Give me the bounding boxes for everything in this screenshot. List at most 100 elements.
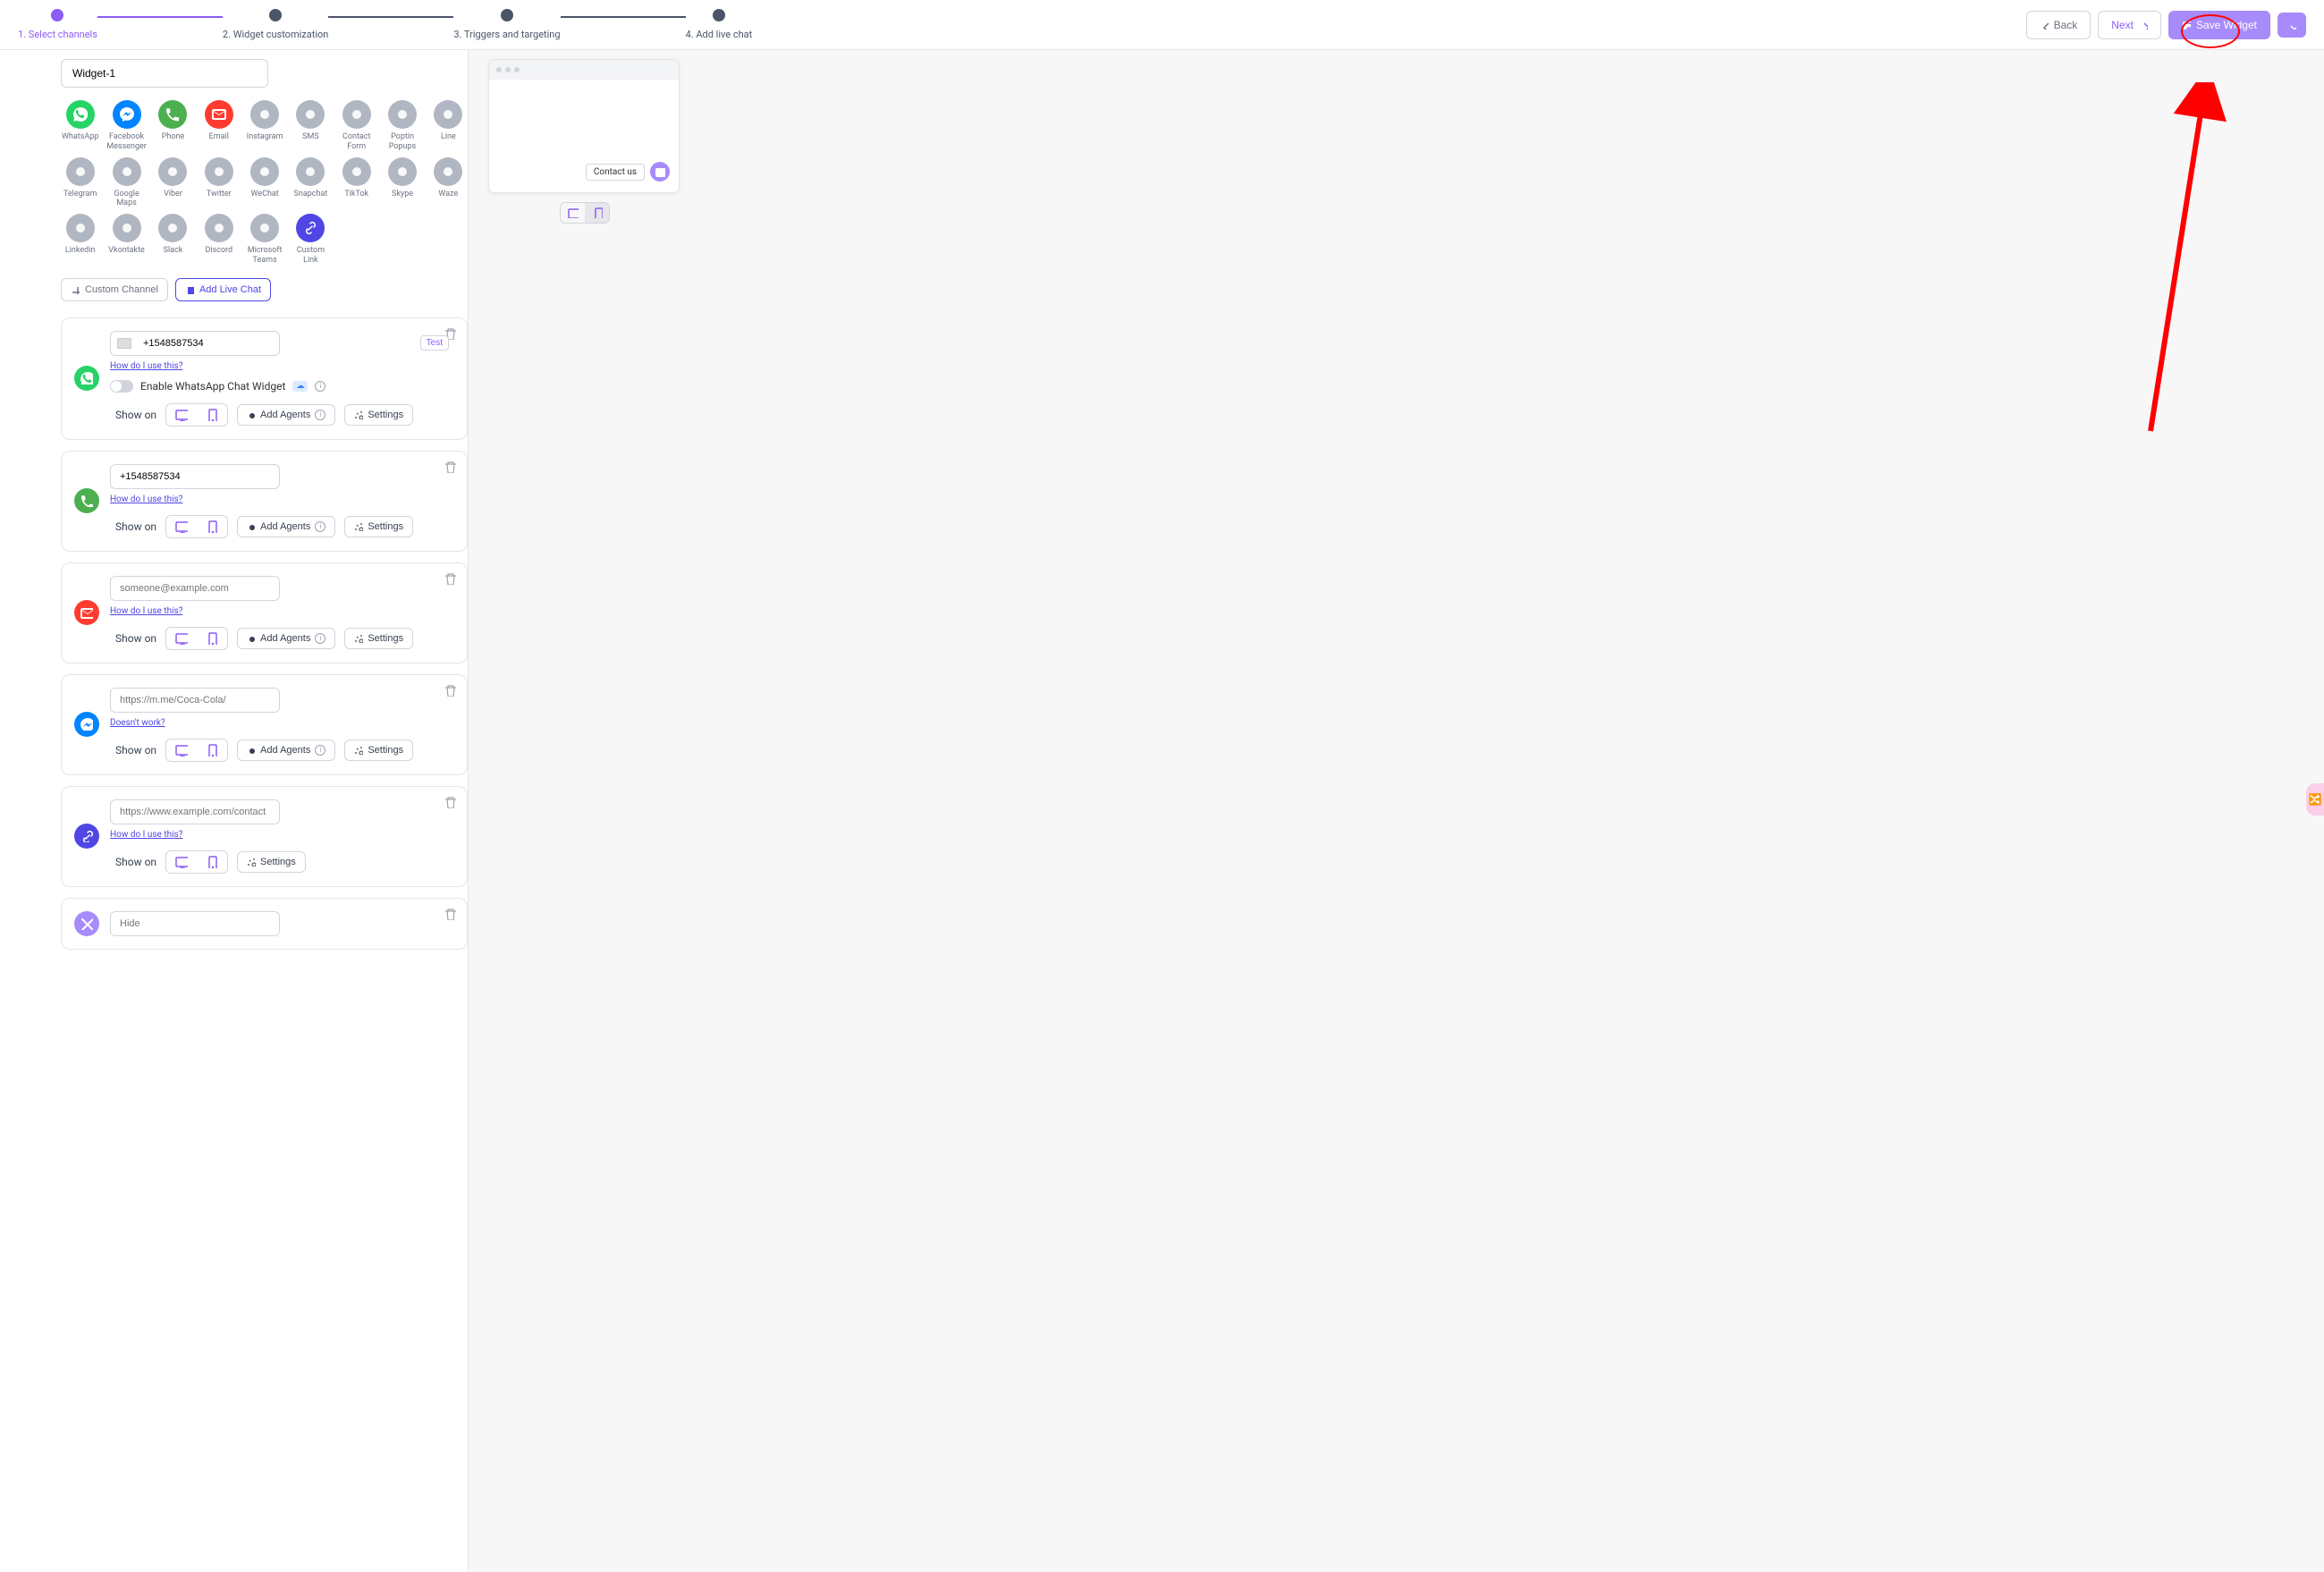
- channel-value-input[interactable]: [110, 911, 280, 936]
- channel-instagram[interactable]: Instagram: [245, 100, 283, 152]
- preview-desktop[interactable]: [561, 203, 585, 223]
- add-agents-button[interactable]: Add Agentsi: [237, 516, 335, 537]
- channel-line[interactable]: Line: [429, 100, 468, 152]
- country-flag[interactable]: [117, 338, 131, 349]
- messenger-icon: [74, 712, 99, 737]
- channel-value-input[interactable]: [110, 688, 280, 713]
- settings-button[interactable]: Settings: [344, 516, 413, 537]
- tiktok-icon: [342, 157, 371, 186]
- mobile-toggle[interactable]: [197, 516, 227, 537]
- link-icon: [74, 824, 99, 849]
- settings-button[interactable]: Settings: [237, 851, 306, 873]
- channel-tiktok[interactable]: TikTok: [337, 157, 376, 209]
- add-agents-button[interactable]: Add Agentsi: [237, 628, 335, 649]
- channel-viber[interactable]: Viber: [154, 157, 192, 209]
- device-toggle[interactable]: [165, 403, 228, 427]
- add-agents-button[interactable]: Add Agentsi: [237, 740, 335, 761]
- channel-messenger[interactable]: Facebook Messenger: [106, 100, 147, 152]
- add-agents-button[interactable]: Add Agentsi: [237, 404, 335, 426]
- channel-vk[interactable]: Vkontakte: [106, 214, 147, 266]
- channel-label: Custom Link: [292, 246, 330, 266]
- settings-button[interactable]: Settings: [344, 628, 413, 649]
- step-4[interactable]: 4. Add live chat: [686, 9, 753, 40]
- show-on-label: Show on: [115, 744, 156, 756]
- settings-button[interactable]: Settings: [344, 740, 413, 761]
- channel-poptin[interactable]: Poptin Popups: [383, 100, 421, 152]
- device-toggle[interactable]: [165, 515, 228, 538]
- channel-whatsapp[interactable]: WhatsApp: [61, 100, 99, 152]
- help-link[interactable]: How do I use this?: [110, 361, 182, 371]
- custom-channel-button[interactable]: Custom Channel: [61, 278, 168, 301]
- channel-slack[interactable]: Slack: [154, 214, 192, 266]
- test-button[interactable]: Test: [420, 335, 449, 351]
- channel-label: SMS: [302, 132, 319, 150]
- desktop-toggle[interactable]: [166, 740, 197, 761]
- arrow-left-icon: [2040, 21, 2049, 30]
- channel-discord[interactable]: Discord: [199, 214, 238, 266]
- channel-card-5: [61, 898, 468, 950]
- channel-linkedin[interactable]: Linkedin: [61, 214, 99, 266]
- save-widget-button[interactable]: Save Widget: [2168, 11, 2270, 39]
- info-icon[interactable]: i: [315, 381, 325, 392]
- channel-email[interactable]: Email: [199, 100, 238, 152]
- channel-value-input[interactable]: [110, 464, 280, 489]
- viber-icon: [158, 157, 187, 186]
- channel-card-0: TestHow do I use this?Enable WhatsApp Ch…: [61, 317, 468, 440]
- back-button[interactable]: Back: [2026, 11, 2092, 39]
- arrow-right-icon: [2139, 21, 2148, 30]
- show-on-label: Show on: [115, 520, 156, 533]
- help-link[interactable]: How do I use this?: [110, 830, 182, 840]
- channel-value-input[interactable]: [110, 576, 280, 601]
- preview-device-toggle[interactable]: [560, 202, 610, 224]
- poptin-icon: [388, 100, 417, 129]
- channel-value-input[interactable]: [110, 331, 280, 356]
- link-icon: [296, 214, 325, 242]
- channel-twitter[interactable]: Twitter: [199, 157, 238, 209]
- channel-teams[interactable]: Microsoft Teams: [245, 214, 283, 266]
- channel-skype[interactable]: Skype: [383, 157, 421, 209]
- channel-card-2: How do I use this? Show on Add AgentsiSe…: [61, 562, 468, 663]
- channel-telegram[interactable]: Telegram: [61, 157, 99, 209]
- channel-label: Linkedin: [65, 246, 96, 264]
- channel-label: WeChat: [250, 190, 278, 207]
- channel-snapchat[interactable]: Snapchat: [292, 157, 330, 209]
- device-toggle[interactable]: [165, 739, 228, 762]
- channel-link[interactable]: Custom Link: [292, 214, 330, 266]
- channel-waze[interactable]: Waze: [429, 157, 468, 209]
- channel-maps[interactable]: Google Maps: [106, 157, 147, 209]
- channel-sms[interactable]: SMS: [292, 100, 330, 152]
- language-toggle[interactable]: 🔀: [2306, 783, 2324, 816]
- help-link[interactable]: Doesn't work?: [110, 718, 165, 728]
- channel-wechat[interactable]: WeChat: [245, 157, 283, 209]
- step-3[interactable]: 3. Triggers and targeting: [453, 9, 560, 40]
- mobile-toggle[interactable]: [197, 404, 227, 426]
- add-live-chat-button[interactable]: Add Live Chat: [175, 278, 271, 301]
- channel-phone[interactable]: Phone: [154, 100, 192, 152]
- desktop-toggle[interactable]: [166, 404, 197, 426]
- desktop-toggle[interactable]: [166, 516, 197, 537]
- step-2[interactable]: 2. Widget customization: [223, 9, 328, 40]
- next-button[interactable]: Next: [2098, 11, 2161, 39]
- mobile-toggle[interactable]: [197, 628, 227, 649]
- phone-icon: [158, 100, 187, 129]
- help-link[interactable]: How do I use this?: [110, 606, 182, 616]
- desktop-toggle[interactable]: [166, 851, 197, 873]
- preview-box: Contact us: [488, 59, 680, 193]
- messenger-icon: [113, 100, 141, 129]
- save-dropdown-button[interactable]: [2278, 13, 2306, 38]
- plus-icon: [71, 285, 80, 294]
- step-1[interactable]: 1. Select channels: [18, 9, 97, 40]
- channel-value-input[interactable]: [110, 799, 280, 824]
- save-icon: [2182, 21, 2191, 30]
- help-link[interactable]: How do I use this?: [110, 494, 182, 504]
- mobile-toggle[interactable]: [197, 740, 227, 761]
- device-toggle[interactable]: [165, 627, 228, 650]
- settings-button[interactable]: Settings: [344, 404, 413, 426]
- preview-mobile[interactable]: [585, 203, 609, 223]
- channel-contact[interactable]: Contact Form: [337, 100, 376, 152]
- widget-name-input[interactable]: [61, 59, 268, 88]
- mobile-toggle[interactable]: [197, 851, 227, 873]
- desktop-toggle[interactable]: [166, 628, 197, 649]
- device-toggle[interactable]: [165, 850, 228, 874]
- whatsapp-toggle[interactable]: [110, 380, 133, 393]
